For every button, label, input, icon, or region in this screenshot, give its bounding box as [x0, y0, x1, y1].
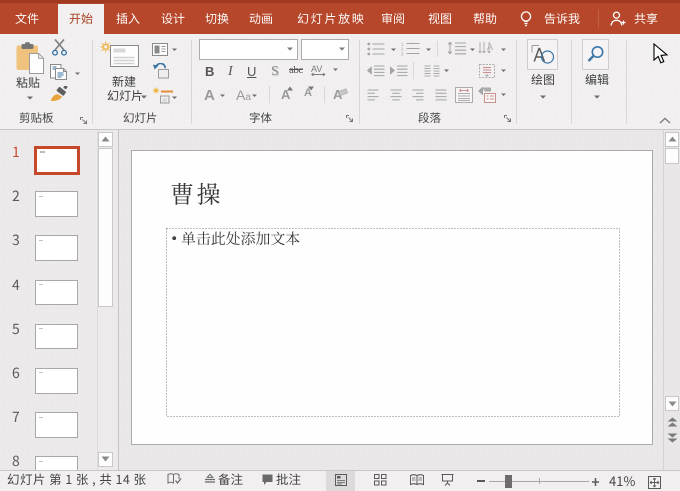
svg-text:AV: AV [311, 64, 322, 74]
svg-text:3: 3 [401, 52, 404, 57]
svg-text:A: A [487, 42, 493, 52]
